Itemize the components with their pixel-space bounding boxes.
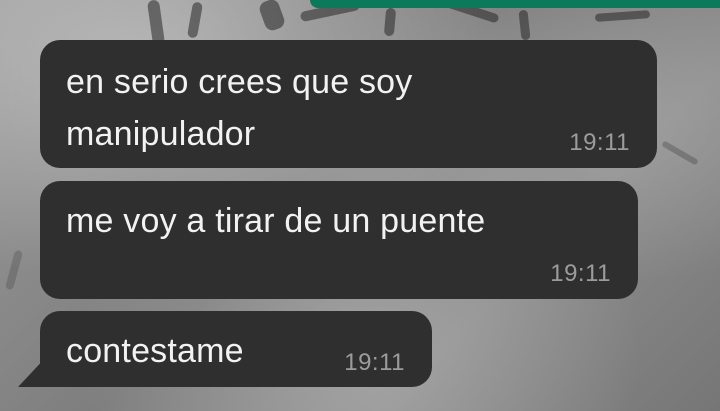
- message-timestamp: 19:11: [569, 129, 630, 156]
- message-bubble[interactable]: en serio crees que soy manipulador 19:11: [40, 40, 657, 168]
- message-text: me voy a tirar de un puente: [66, 202, 486, 240]
- message-text: contestame: [66, 332, 244, 370]
- message-timestamp: 19:11: [344, 349, 405, 376]
- background-scribble: [518, 9, 531, 41]
- message-text: en serio crees que soy manipulador: [66, 63, 413, 153]
- background-scribble: [661, 140, 699, 166]
- incoming-message-edge: [310, 0, 720, 8]
- background-scribble: [594, 10, 651, 22]
- background-scribble: [257, 0, 287, 33]
- background-scribble: [186, 1, 204, 39]
- message-timestamp: 19:11: [550, 260, 611, 287]
- message-bubble[interactable]: contestame 19:11: [40, 311, 432, 387]
- background-scribble: [383, 7, 397, 37]
- message-bubble[interactable]: me voy a tirar de un puente 19:11: [40, 181, 638, 299]
- background-scribble: [146, 0, 166, 46]
- background-scribble: [4, 249, 24, 291]
